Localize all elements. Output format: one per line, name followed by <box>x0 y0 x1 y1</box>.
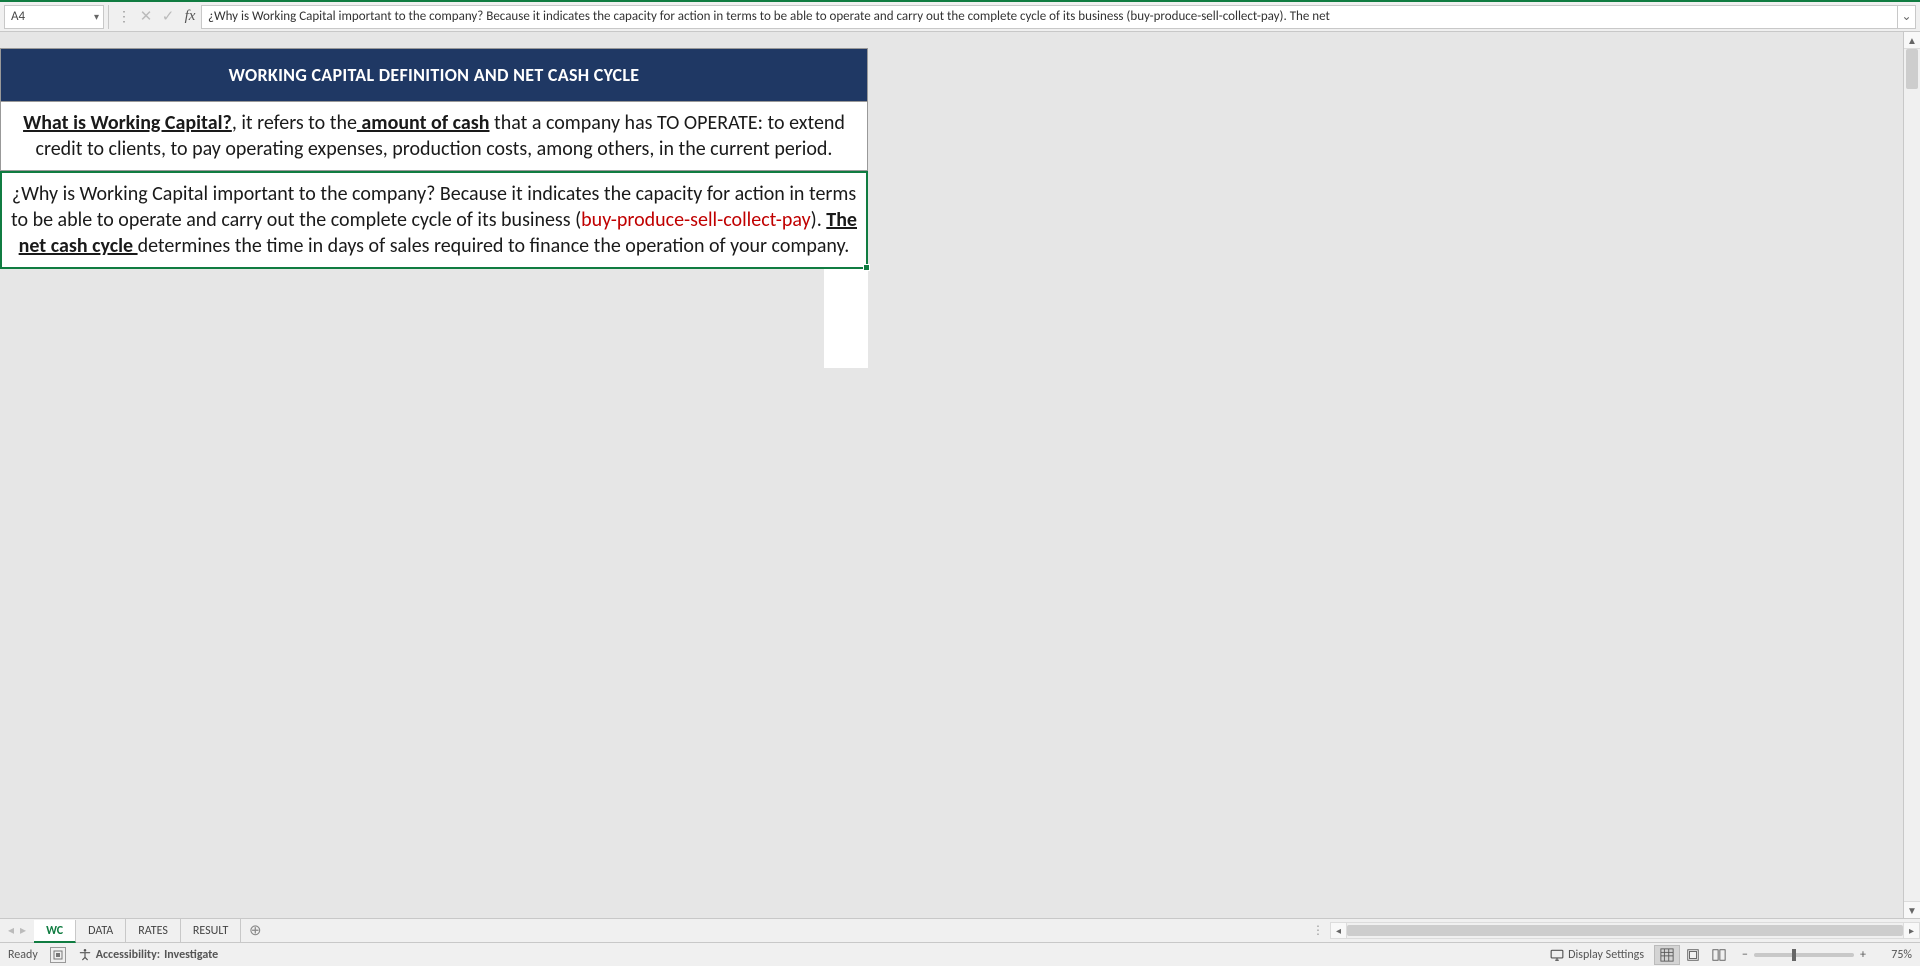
accessibility-status[interactable]: Accessibility: Investigate <box>78 948 218 962</box>
formula-bar: A4 ▾ ⋮ ✕ ✓ fx ¿Why is Working Capital im… <box>0 2 1920 32</box>
status-right: Display Settings − + 75% <box>1550 945 1912 965</box>
tab-wc-label: WC <box>46 924 63 938</box>
macro-record-icon[interactable] <box>50 947 66 963</box>
name-box-value: A4 <box>11 9 25 24</box>
status-ready: Ready <box>8 948 38 962</box>
importance-cell-selected[interactable]: ¿Why is Working Capital important to the… <box>0 171 868 269</box>
name-box[interactable]: A4 ▾ <box>4 5 104 29</box>
title-text: WORKING CAPITAL DEFINITION AND NET CASH … <box>229 64 640 86</box>
accessibility-value: Investigate <box>164 948 218 962</box>
cancel-button[interactable]: ✕ <box>135 5 157 29</box>
tabs: WC DATA RATES RESULT <box>34 919 241 942</box>
zoom-slider[interactable] <box>1754 953 1854 957</box>
name-box-dropdown-icon[interactable]: ▾ <box>94 10 99 23</box>
scroll-down-button[interactable]: ▼ <box>1904 901 1920 918</box>
separator <box>108 5 109 29</box>
sheet-tabs-bar: ◂ ▸ WC DATA RATES RESULT ⊕ ⋮ ◂ ▸ <box>0 918 1920 942</box>
tab-result-label: RESULT <box>193 924 228 938</box>
tabs-split-handle[interactable]: ⋮ <box>1306 923 1330 938</box>
fill-handle[interactable] <box>863 264 870 271</box>
importance-p3: determines the time in days of sales req… <box>138 234 850 258</box>
title-cell[interactable]: WORKING CAPITAL DEFINITION AND NET CASH … <box>0 48 868 102</box>
vscroll-thumb[interactable] <box>1906 49 1918 89</box>
view-buttons <box>1654 945 1732 965</box>
zoom-thumb[interactable] <box>1792 949 1796 961</box>
scroll-right-button[interactable]: ▸ <box>1903 922 1920 939</box>
vscroll-track[interactable] <box>1904 49 1920 901</box>
tab-data[interactable]: DATA <box>76 919 126 942</box>
hscroll-track[interactable] <box>1347 922 1903 939</box>
tab-rates-label: RATES <box>138 924 168 938</box>
sheet-area[interactable]: WORKING CAPITAL DEFINITION AND NET CASH … <box>0 32 1903 918</box>
tab-wc[interactable]: WC <box>34 920 76 943</box>
definition-amount: amount of cash <box>357 111 490 135</box>
definition-lead: What is Working Capital? <box>23 111 232 135</box>
tab-data-label: DATA <box>88 924 113 938</box>
tab-result[interactable]: RESULT <box>181 919 241 942</box>
formula-input[interactable]: ¿Why is Working Capital important to the… <box>201 5 1898 29</box>
importance-p2: ). <box>811 208 827 232</box>
zoom-out-button[interactable]: − <box>1742 948 1748 962</box>
formula-bar-options-icon[interactable]: ⋮ <box>113 8 135 25</box>
new-sheet-button[interactable]: ⊕ <box>241 921 269 940</box>
accessibility-icon <box>78 948 92 962</box>
insert-function-button[interactable]: fx <box>179 5 201 29</box>
content-block: WORKING CAPITAL DEFINITION AND NET CASH … <box>0 48 868 269</box>
zoom-control: − + 75% <box>1742 948 1912 962</box>
workspace: WORKING CAPITAL DEFINITION AND NET CASH … <box>0 32 1920 918</box>
display-settings-button[interactable]: Display Settings <box>1550 948 1644 962</box>
vertical-scrollbar[interactable]: ▲ ▼ <box>1903 32 1920 918</box>
scroll-up-button[interactable]: ▲ <box>1904 32 1920 49</box>
page-layout-view-button[interactable] <box>1680 945 1706 965</box>
enter-button[interactable]: ✓ <box>157 5 179 29</box>
normal-view-button[interactable] <box>1654 945 1680 965</box>
importance-red: buy-produce-sell-collect-pay <box>581 208 810 232</box>
horizontal-scrollbar[interactable]: ◂ ▸ <box>1330 919 1920 942</box>
definition-cell[interactable]: What is Working Capital?, it refers to t… <box>0 102 868 171</box>
zoom-in-button[interactable]: + <box>1860 948 1866 962</box>
tab-rates[interactable]: RATES <box>126 919 181 942</box>
accessibility-label: Accessibility: <box>96 948 160 962</box>
status-bar: Ready Accessibility: Investigate Display… <box>0 942 1920 966</box>
zoom-percent[interactable]: 75% <box>1872 948 1912 962</box>
display-settings-label: Display Settings <box>1568 948 1644 962</box>
status-left: Ready Accessibility: Investigate <box>8 947 218 963</box>
formula-content: ¿Why is Working Capital important to the… <box>208 9 1330 24</box>
display-settings-icon <box>1550 948 1564 962</box>
definition-mid1: , it refers to the <box>232 111 357 135</box>
tab-nav-prev-icon[interactable]: ◂ <box>8 923 14 938</box>
page-break-view-button[interactable] <box>1706 945 1732 965</box>
expand-formula-bar-button[interactable]: ⌄ <box>1898 5 1916 29</box>
tab-nav: ◂ ▸ <box>0 923 34 938</box>
hscroll-thumb[interactable] <box>1347 925 1903 936</box>
tab-nav-next-icon[interactable]: ▸ <box>20 923 26 938</box>
scroll-left-button[interactable]: ◂ <box>1330 922 1347 939</box>
